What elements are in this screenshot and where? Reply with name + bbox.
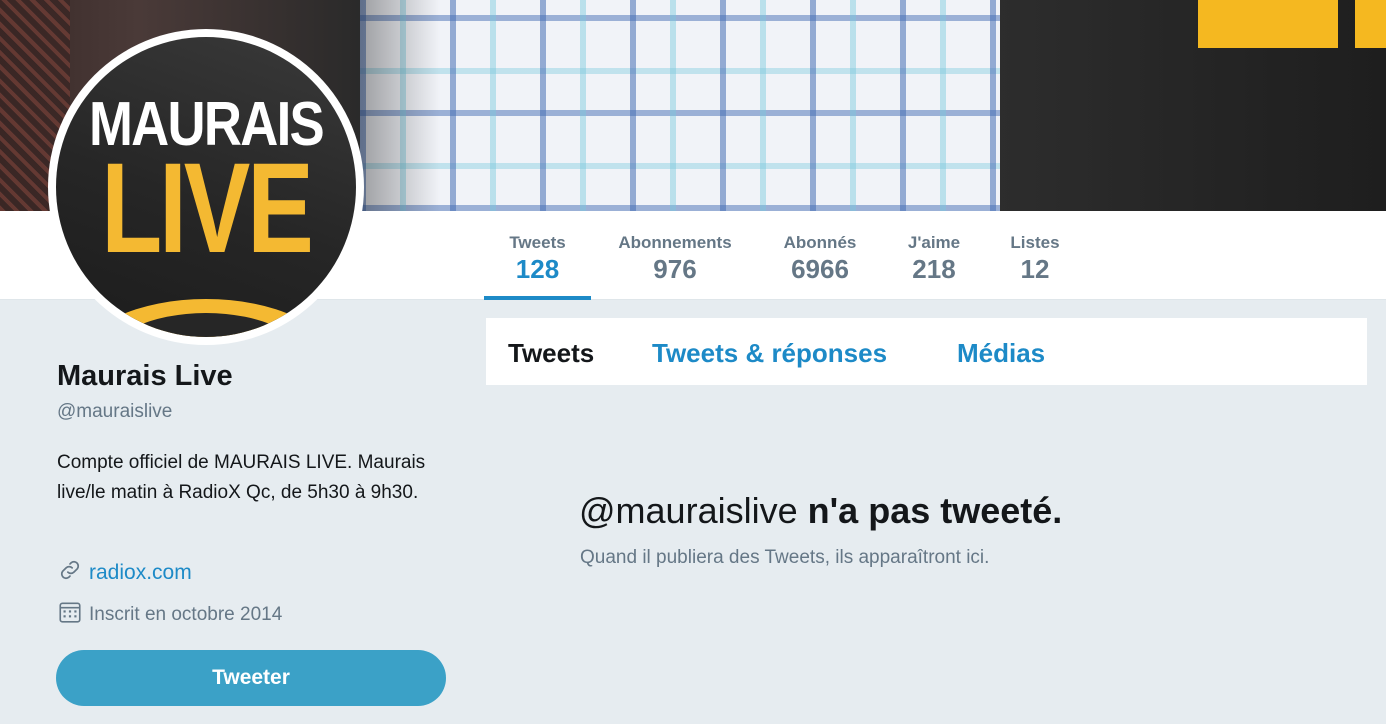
stat-likes[interactable]: J'aime 218 <box>900 211 968 300</box>
tab-tweets-replies[interactable]: Tweets & réponses <box>652 338 887 369</box>
stat-label: Listes <box>1010 233 1060 252</box>
empty-state-handle: @mauraislive <box>579 490 798 531</box>
banner-yellow-block <box>1198 0 1338 48</box>
link-icon <box>57 557 83 588</box>
join-date-text: Inscrit en octobre 2014 <box>89 603 283 625</box>
empty-state-title: @mauraislive n'a pas tweeté. <box>579 490 1062 532</box>
avatar-logo-line2: LIVE <box>101 137 314 280</box>
tab-tweets[interactable]: Tweets <box>508 338 594 369</box>
profile-website: radiox.com <box>57 557 192 588</box>
avatar-logo: MAURAIS LIVE <box>56 37 356 337</box>
stat-label: Abonnements <box>618 233 732 252</box>
tweet-button[interactable]: Tweeter <box>56 650 446 706</box>
profile-avatar[interactable]: MAURAIS LIVE <box>48 29 364 345</box>
stat-followers[interactable]: Abonnés 6966 <box>776 211 864 300</box>
stat-value: 128 <box>515 254 560 284</box>
empty-state-message: n'a pas tweeté. <box>807 490 1063 531</box>
stat-tweets[interactable]: Tweets 128 <box>484 211 591 300</box>
website-link[interactable]: radiox.com <box>89 561 192 585</box>
timeline-tabs: Tweets Tweets & réponses Médias <box>486 318 1367 385</box>
tab-media[interactable]: Médias <box>957 338 1045 369</box>
stat-label: Abonnés <box>783 233 857 252</box>
stat-label: J'aime <box>907 233 961 252</box>
banner-yellow-block-2 <box>1355 0 1386 48</box>
stat-value: 12 <box>1020 254 1050 284</box>
stat-following[interactable]: Abonnements 976 <box>608 211 742 300</box>
profile-bio: Compte officiel de MAURAIS LIVE. Maurais… <box>57 452 426 503</box>
empty-state-subtitle: Quand il publiera des Tweets, ils appara… <box>580 547 990 568</box>
stat-value: 6966 <box>791 254 849 284</box>
stat-value: 976 <box>653 254 697 284</box>
stat-value: 218 <box>912 254 956 284</box>
calendar-icon <box>57 599 83 630</box>
stat-lists[interactable]: Listes 12 <box>1004 211 1066 300</box>
profile-name: Maurais Live <box>57 360 233 392</box>
stat-label: Tweets <box>509 233 566 252</box>
profile-join-date: Inscrit en octobre 2014 <box>57 599 282 630</box>
profile-handle: @mauraislive <box>57 401 173 422</box>
banner-shirt <box>360 0 1000 211</box>
banner-shadow <box>360 0 440 211</box>
